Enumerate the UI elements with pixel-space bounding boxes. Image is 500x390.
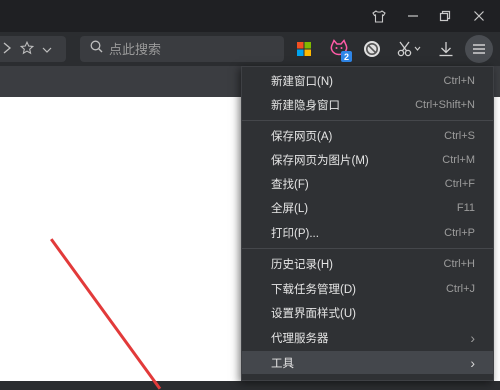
- chevron-right-icon: ›: [470, 329, 475, 346]
- cut-icon[interactable]: [393, 36, 427, 62]
- download-icon[interactable]: [433, 36, 459, 62]
- close-icon[interactable]: [462, 0, 496, 32]
- apps-icon[interactable]: [291, 36, 317, 62]
- minimize-icon[interactable]: [396, 0, 430, 32]
- restore-icon[interactable]: [428, 0, 462, 32]
- menu-separator: [242, 120, 493, 121]
- menu-item-tools[interactable]: 工具 ›: [242, 351, 493, 374]
- history-arrow-icon[interactable]: [2, 42, 12, 57]
- annotation-line: [50, 238, 162, 390]
- nav-controls[interactable]: [0, 36, 66, 62]
- menu-item-save-page[interactable]: 保存网页(A) Ctrl+S: [242, 124, 493, 147]
- menu-item-downloads[interactable]: 下载任务管理(D) Ctrl+J: [242, 277, 493, 300]
- menu-icon[interactable]: [465, 35, 493, 63]
- menu-item-proxy-server[interactable]: 代理服务器 ›: [242, 326, 493, 349]
- menu-item-find[interactable]: 查找(F) Ctrl+F: [242, 172, 493, 195]
- menu-separator: [242, 248, 493, 249]
- menu-item-print[interactable]: 打印(P)... Ctrl+P: [242, 221, 493, 244]
- search-input[interactable]: [109, 41, 269, 57]
- pet-badge: 2: [341, 51, 352, 62]
- block-icon[interactable]: [359, 36, 385, 62]
- chevron-down-icon[interactable]: [42, 42, 52, 57]
- main-menu: 新建窗口(N) Ctrl+N 新建隐身窗口 Ctrl+Shift+N 保存网页(…: [241, 66, 494, 381]
- menu-item-history[interactable]: 历史记录(H) Ctrl+H: [242, 252, 493, 275]
- menu-item-new-window[interactable]: 新建窗口(N) Ctrl+N: [242, 69, 493, 92]
- menu-item-save-page-as-image[interactable]: 保存网页为图片(M) Ctrl+M: [242, 148, 493, 171]
- skin-icon[interactable]: [362, 0, 396, 32]
- cat-pet-icon[interactable]: 2: [326, 36, 352, 62]
- menu-item-ui-style[interactable]: 设置界面样式(U): [242, 301, 493, 324]
- chevron-right-icon: ›: [470, 354, 475, 371]
- star-icon[interactable]: [19, 40, 35, 58]
- title-bar: [0, 0, 500, 32]
- search-icon: [90, 40, 103, 58]
- menu-item-new-incognito-window[interactable]: 新建隐身窗口 Ctrl+Shift+N: [242, 93, 493, 116]
- search-box[interactable]: [80, 36, 284, 62]
- menu-item-fullscreen[interactable]: 全屏(L) F11: [242, 196, 493, 219]
